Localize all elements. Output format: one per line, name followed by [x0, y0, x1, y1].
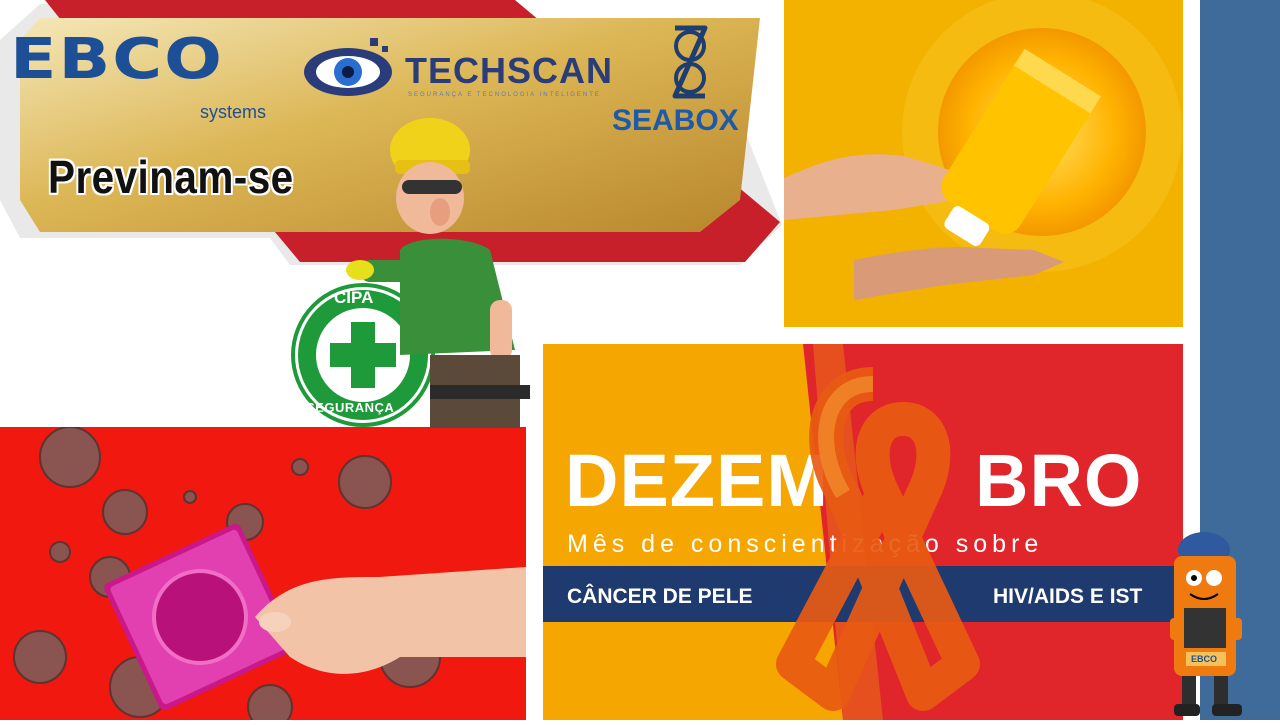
sunscreen-illustration — [784, 0, 1183, 327]
ebco-logo-subtitle: systems — [200, 102, 267, 122]
techscan-logo: TECHSCAN — [405, 50, 614, 91]
mascot-badge: EBCO — [1191, 654, 1218, 664]
condom-virus-photo — [0, 427, 526, 720]
seabox-symbol-icon — [672, 25, 708, 99]
sunscreen-photo — [784, 0, 1183, 327]
techscan-eye-icon — [304, 38, 392, 96]
topic-skin-cancer: CÂNCER DE PELE — [567, 585, 753, 608]
headline-previnam-se: Previnam-se — [48, 151, 294, 203]
ebco-logo: EBCO — [10, 27, 224, 92]
topic-hiv-aids: HIV/AIDS E IST — [993, 585, 1143, 608]
safety-worker-mascot — [340, 110, 550, 428]
seabox-logo: SEABOX — [612, 104, 739, 137]
worker-illustration — [346, 118, 530, 428]
campaign-title-right: BRO — [975, 439, 1143, 522]
virus-condom-illustration — [0, 427, 526, 720]
december-campaign-panel: DEZEM BRO Mês de conscientização sobre C… — [543, 344, 1183, 720]
techscan-tagline: SEGURANÇA E TECNOLOGIA INTELIGENTE — [408, 92, 601, 98]
mascot-illustration — [1170, 532, 1242, 716]
awareness-ribbon-icon — [776, 367, 980, 711]
ebco-mascot: EBCO — [1160, 528, 1260, 720]
